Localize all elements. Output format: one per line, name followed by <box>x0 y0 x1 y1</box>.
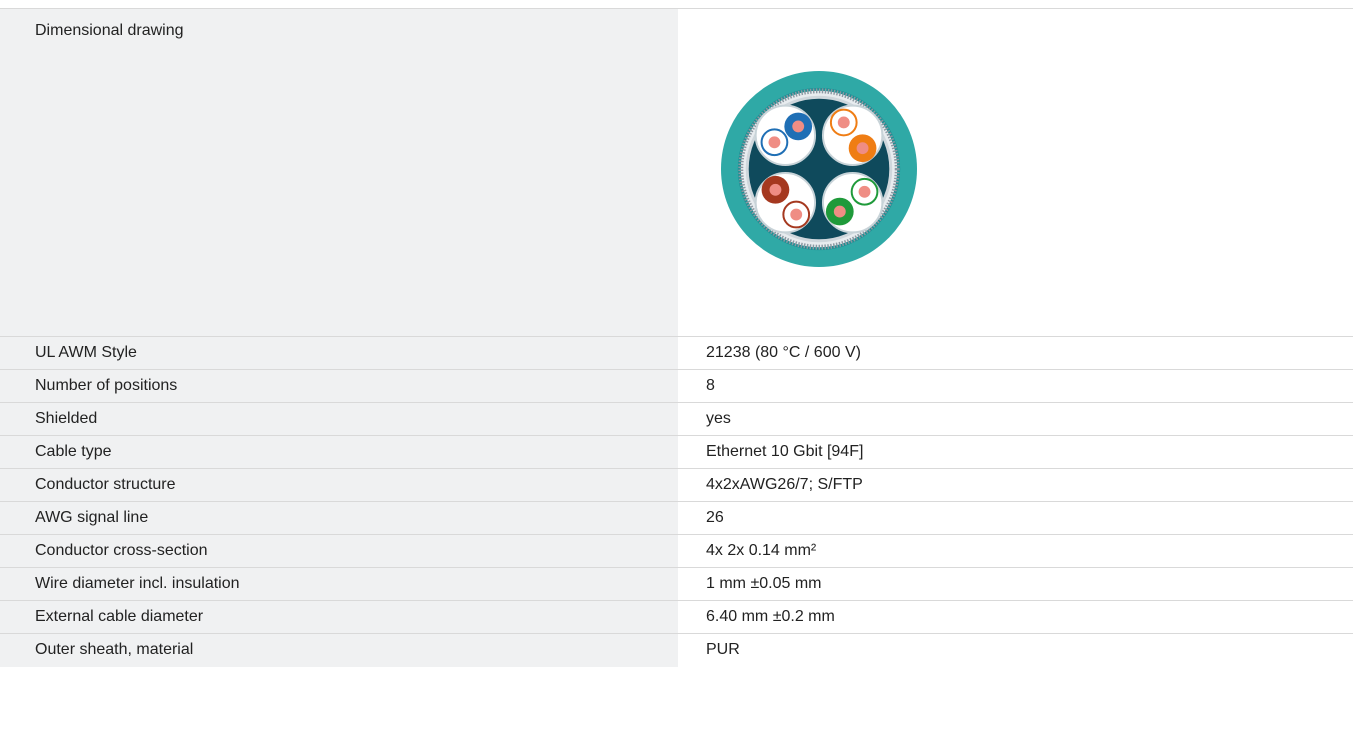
spec-row-shielded: Shielded yes <box>0 403 1353 436</box>
spec-row-wire-diameter: Wire diameter incl. insulation 1 mm ±0.0… <box>0 568 1353 601</box>
cable-cross-section-icon <box>720 70 918 268</box>
spec-value: 1 mm ±0.05 mm <box>678 568 1353 600</box>
spec-label: Conductor structure <box>0 469 678 501</box>
spec-label: Shielded <box>0 403 678 435</box>
spec-table: Dimensional drawing UL AWM Style 21238 (… <box>0 8 1353 667</box>
spec-label: Wire diameter incl. insulation <box>0 568 678 600</box>
spec-row-cable-type: Cable type Ethernet 10 Gbit [94F] <box>0 436 1353 469</box>
spec-row-dimensional-drawing: Dimensional drawing <box>0 9 1353 337</box>
spec-label: Conductor cross-section <box>0 535 678 567</box>
spec-value: PUR <box>678 634 1353 667</box>
spec-row-awg-signal-line: AWG signal line 26 <box>0 502 1353 535</box>
spec-label: Cable type <box>0 436 678 468</box>
spec-row-conductor-structure: Conductor structure 4x2xAWG26/7; S/FTP <box>0 469 1353 502</box>
spec-value: 4x2xAWG26/7; S/FTP <box>678 469 1353 501</box>
spec-value: 8 <box>678 370 1353 402</box>
spec-row-conductor-cross-section: Conductor cross-section 4x 2x 0.14 mm² <box>0 535 1353 568</box>
spec-value-drawing <box>678 9 1353 336</box>
spec-row-ul-awm-style: UL AWM Style 21238 (80 °C / 600 V) <box>0 337 1353 370</box>
spec-row-outer-sheath-material: Outer sheath, material PUR <box>0 634 1353 667</box>
spec-label: UL AWM Style <box>0 337 678 369</box>
spec-row-external-cable-diameter: External cable diameter 6.40 mm ±0.2 mm <box>0 601 1353 634</box>
spec-value: yes <box>678 403 1353 435</box>
spec-label: External cable diameter <box>0 601 678 633</box>
spec-label: Dimensional drawing <box>0 9 678 336</box>
spec-value: 26 <box>678 502 1353 534</box>
spec-value: 6.40 mm ±0.2 mm <box>678 601 1353 633</box>
spec-value: Ethernet 10 Gbit [94F] <box>678 436 1353 468</box>
spec-row-number-of-positions: Number of positions 8 <box>0 370 1353 403</box>
spec-label: Outer sheath, material <box>0 634 678 667</box>
spec-label: Number of positions <box>0 370 678 402</box>
spec-value: 21238 (80 °C / 600 V) <box>678 337 1353 369</box>
spec-label: AWG signal line <box>0 502 678 534</box>
spec-value: 4x 2x 0.14 mm² <box>678 535 1353 567</box>
